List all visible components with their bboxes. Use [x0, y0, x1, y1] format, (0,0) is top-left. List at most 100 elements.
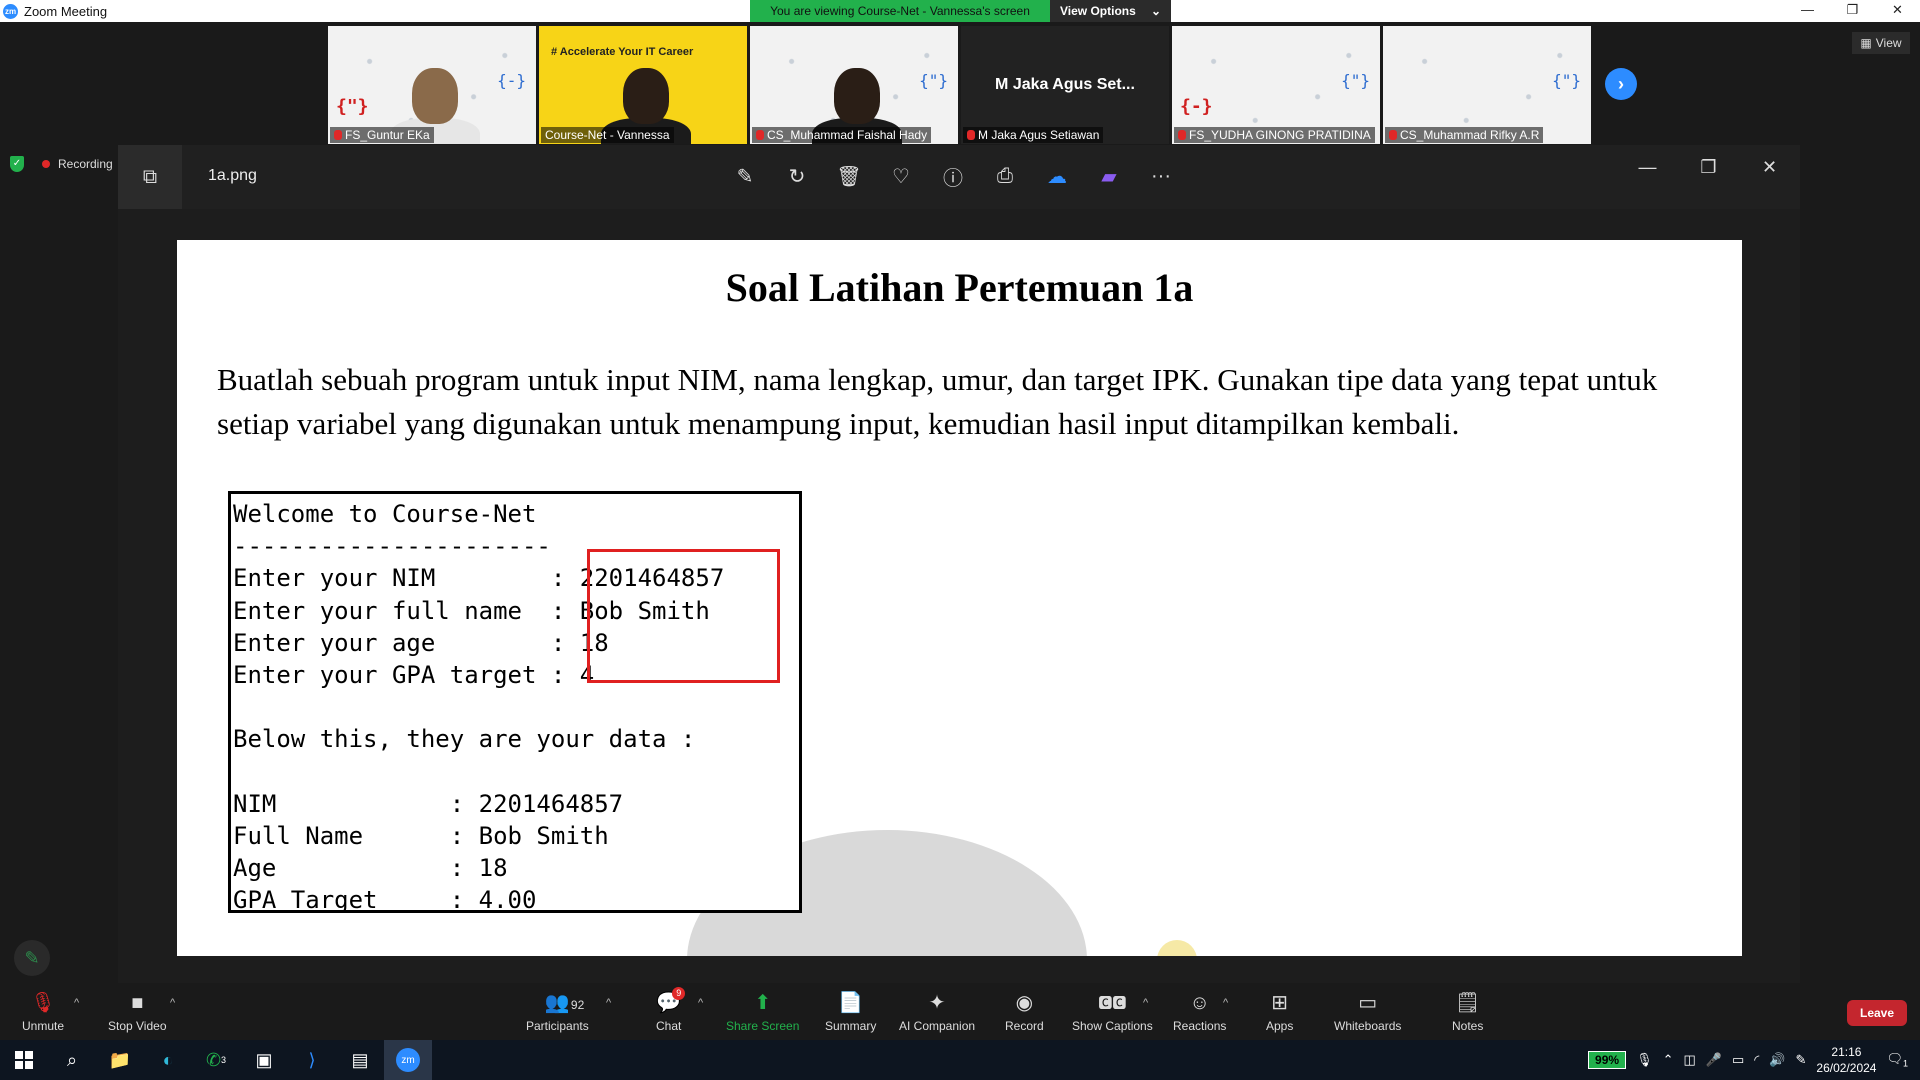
chat-button[interactable]: 💬 9 Chat [656, 987, 686, 1033]
participant-name-label: FS_YUDHA GINONG PRATIDINA [1174, 127, 1375, 143]
pen-icon[interactable]: ✎ [1796, 1052, 1807, 1068]
ai-companion-button[interactable]: ✦ AI Companion [899, 991, 975, 1033]
vscode-icon[interactable]: ⟩ [288, 1040, 336, 1080]
unmute-button[interactable]: 🎙 Unmute [22, 991, 64, 1033]
summary-icon: 📄 [838, 992, 864, 1014]
console-line: Full Name : Bob Smith [233, 822, 609, 851]
gallery-next-button[interactable]: › [1605, 68, 1637, 100]
viewer-close-button[interactable]: ✕ [1739, 157, 1800, 178]
participant-name: FS_YUDHA GINONG PRATIDINA [1189, 128, 1371, 142]
participant-face [623, 68, 669, 124]
muted-mic-icon [967, 130, 975, 140]
screen-share-banner: You are viewing Course-Net - Vannessa's … [750, 0, 1171, 22]
leave-button[interactable]: Leave [1847, 1000, 1907, 1026]
reactions-options-caret[interactable]: ^ [1223, 997, 1228, 1009]
battery-icon[interactable]: ▭ [1732, 1052, 1744, 1068]
notes-icon: 🗒 [1454, 992, 1481, 1014]
document-paragraph: Buatlah sebuah program untuk input NIM, … [217, 362, 1658, 441]
app-icon[interactable]: ▣ [240, 1040, 288, 1080]
participant-tile[interactable]: {-} {"} FS_YUDHA GINONG PRATIDINA [1172, 26, 1380, 144]
app-icon[interactable]: ▤ [336, 1040, 384, 1080]
delete-icon[interactable]: 🗑 [834, 161, 864, 191]
mic-tray-icon[interactable]: 🎤 [1706, 1052, 1722, 1068]
clock-date: 26/02/2024 [1816, 1061, 1877, 1075]
info-icon[interactable]: ⓘ [938, 161, 968, 191]
restore-button[interactable]: ❐ [1830, 0, 1875, 22]
annotate-pencil-button[interactable]: ✎ [14, 940, 50, 976]
participants-button[interactable]: 👥 92 Participants [526, 991, 589, 1033]
console-line: NIM : 2201464857 [233, 789, 624, 818]
view-options-button[interactable]: View Options ⌄ [1050, 0, 1171, 22]
notification-icon[interactable]: 🗨1 [1886, 1051, 1908, 1069]
mic-icon[interactable]: 🎙 [1636, 1052, 1653, 1068]
share-screen-button[interactable]: ⬆ Share Screen [726, 991, 799, 1033]
chevron-up-icon[interactable]: ⌃ [1663, 1052, 1674, 1068]
captions-options-caret[interactable]: ^ [1143, 997, 1148, 1009]
reactions-button[interactable]: ☺ Reactions [1173, 991, 1226, 1033]
document-title: Soal Latihan Pertemuan 1a [725, 265, 1194, 310]
participant-tile[interactable]: # Accelerate Your IT Career Course-Net -… [539, 26, 747, 144]
participant-display-name: M Jaka Agus Set... [995, 76, 1135, 93]
stop-video-button[interactable]: ■ Stop Video [108, 991, 167, 1033]
minimize-button[interactable]: — [1785, 0, 1830, 22]
show-captions-button[interactable]: 🅲🅲 Show Captions [1072, 991, 1153, 1033]
close-button[interactable]: ✕ [1875, 0, 1920, 22]
participant-name-label: Course-Net - Vannessa [541, 127, 674, 143]
participant-name-label: CS_Muhammad Faishal Hady [752, 127, 932, 143]
edge-browser-icon[interactable]: ◐ [144, 1040, 192, 1080]
whiteboards-button[interactable]: ▭ Whiteboards [1334, 991, 1401, 1033]
stop-video-label: Stop Video [108, 1019, 167, 1033]
participant-tile[interactable]: M Jaka Agus Set... M Jaka Agus Setiawan [961, 26, 1169, 144]
video-options-caret[interactable]: ^ [170, 997, 175, 1009]
start-button[interactable] [0, 1040, 48, 1080]
participants-options-caret[interactable]: ^ [606, 997, 611, 1009]
captions-icon: 🅲🅲 [1098, 995, 1127, 1011]
camera-icon[interactable]: ◫ [1683, 1052, 1695, 1068]
muted-mic-icon [1389, 130, 1397, 140]
brace-decoration: {"} [919, 71, 948, 90]
participant-name-label: CS_Muhammad Rifky A.R [1385, 127, 1544, 143]
record-button[interactable]: ◉ Record [1005, 991, 1044, 1033]
participant-name: Course-Net - Vannessa [545, 128, 670, 142]
participant-face [412, 68, 458, 124]
whatsapp-icon[interactable]: ✆ 3 [192, 1040, 240, 1080]
rotate-icon[interactable]: ↻ [782, 161, 812, 191]
muted-mic-icon [756, 130, 764, 140]
chevron-down-icon: ⌄ [1150, 4, 1161, 18]
chat-options-caret[interactable]: ^ [698, 997, 703, 1009]
clipchamp-icon[interactable]: ▰ [1094, 161, 1124, 191]
onedrive-icon[interactable]: ☁ [1042, 161, 1072, 191]
file-explorer-icon[interactable]: 📁 [96, 1040, 144, 1080]
participant-tile[interactable]: {"} CS_Muhammad Faishal Hady [750, 26, 958, 144]
window-controls: — ❐ ✕ [1785, 0, 1920, 22]
edit-image-icon[interactable]: ✎ [730, 161, 760, 191]
battery-indicator[interactable]: 99% [1588, 1051, 1627, 1069]
viewer-restore-button[interactable]: ❐ [1678, 157, 1739, 178]
view-options-label: View Options [1060, 4, 1136, 18]
participant-gallery: {"} {-} FS_Guntur EKa # Accelerate Your … [328, 26, 1591, 144]
search-icon[interactable]: ⌕ [48, 1040, 96, 1080]
image-icon[interactable]: ⧉ [118, 145, 182, 209]
audio-options-caret[interactable]: ^ [74, 997, 79, 1009]
viewer-minimize-button[interactable]: — [1617, 157, 1678, 178]
smiley-icon: ☺ [1189, 992, 1210, 1014]
notes-button[interactable]: 🗒 Notes [1452, 991, 1483, 1033]
wifi-icon[interactable]: ◜ [1754, 1052, 1759, 1068]
participant-tile[interactable]: {"} CS_Muhammad Rifky A.R [1383, 26, 1591, 144]
view-button[interactable]: ▦ View [1852, 32, 1910, 54]
recording-indicator[interactable]: ✓ Recording [10, 156, 113, 172]
participant-tile[interactable]: {"} {-} FS_Guntur EKa [328, 26, 536, 144]
clock[interactable]: 21:16 26/02/2024 [1816, 1044, 1876, 1076]
more-icon[interactable]: ··· [1146, 161, 1176, 191]
volume-icon[interactable]: 🔊 [1769, 1052, 1785, 1068]
apps-button[interactable]: ⊞ Apps [1266, 991, 1293, 1033]
record-icon: ◉ [1015, 992, 1034, 1014]
print-icon[interactable]: ⎙ [990, 161, 1020, 191]
summary-button[interactable]: 📄 Summary [825, 991, 876, 1033]
zoom-taskbar-icon[interactable]: zm [384, 1040, 432, 1080]
clock-time: 21:16 [1831, 1045, 1862, 1059]
favorite-icon[interactable]: ♡ [886, 161, 916, 191]
console-line: GPA Target : 4.00 [233, 886, 537, 915]
view-label: View [1875, 36, 1902, 50]
